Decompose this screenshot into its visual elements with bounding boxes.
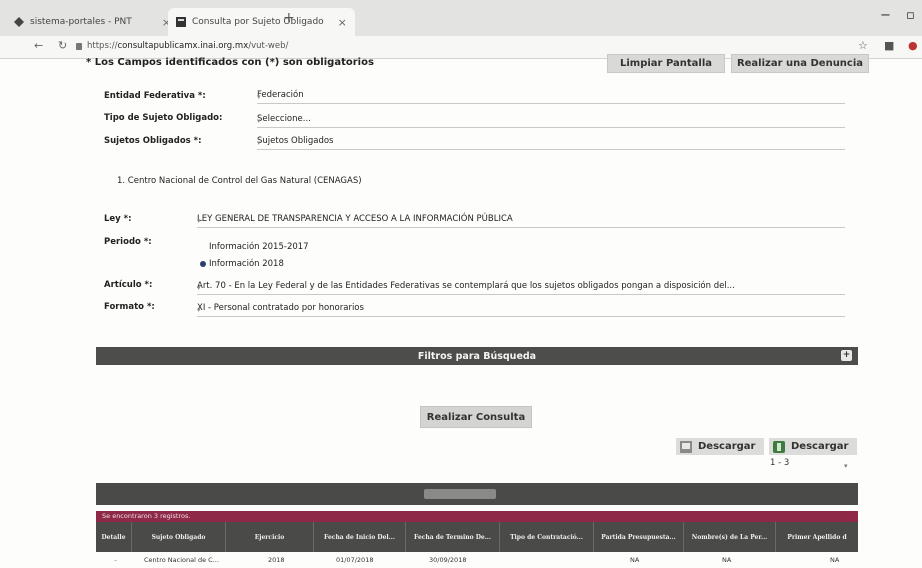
selected-subject: 1. Centro Nacional de Control del Gas Na… [117,176,362,186]
filters-title: Filtros para Búsqueda [417,350,537,362]
required-fields-note: * Los Campos identificados con (*) son o… [86,57,374,68]
formato-select[interactable]: XI - Personal contratado por honorarios … [197,301,845,317]
extension-icon[interactable]: ■ [884,39,894,52]
run-query-button[interactable]: Realizar Consulta [420,406,532,428]
close-tab-icon[interactable]: × [338,16,347,29]
chevron-down-icon: ▾ [197,306,201,314]
cell-surname: NA [830,556,840,564]
clear-screen-button[interactable]: Limpiar Pantalla [607,54,725,73]
tab-sistema-portales[interactable]: sistema-portales - PNT × [14,8,171,36]
grid-column-headers: Detalle Sujeto Obligado Ejercicio Fecha … [96,522,858,552]
reload-icon[interactable]: ↻ [58,39,67,52]
cell-subject: Centro Nacional de C... [144,556,219,564]
tab-label: sistema-portales - PNT [30,17,132,27]
page-range[interactable]: 1 - 3 [770,458,789,468]
download-file-icon [680,440,692,453]
search-filters-bar[interactable]: Filtros para Búsqueda + [96,347,858,365]
column-header[interactable]: Primer Apellido d [776,522,858,552]
excel-icon [773,440,785,453]
portal-favicon-icon [14,17,24,27]
browser-tab-bar: sistema-portales - PNT × Consulta por Su… [0,0,922,36]
url-host: consultapublicamx.inai.org.mx [117,41,249,51]
table-row[interactable]: – Centro Nacional de C... 2018 01/07/201… [96,553,858,568]
articulo-label: Artículo *: [104,280,153,290]
profile-icon[interactable]: ● [908,39,918,52]
column-header[interactable]: Sujeto Obligado [132,522,226,552]
cell-end-date: 30/09/2018 [429,556,467,564]
periodo-label: Periodo *: [104,237,152,247]
download-label: Descargar [698,441,756,452]
grid-header-bar [96,483,858,505]
grid-header-title [424,489,496,499]
periodo-option-label: Información 2015-2017 [209,242,309,252]
periodo-option-2015[interactable]: Información 2015-2017 [209,242,309,252]
ley-label: Ley *: [104,214,132,224]
row-detail-icon[interactable]: – [114,556,117,564]
column-header[interactable]: Detalle [96,522,132,552]
column-header[interactable]: Fecha de Inicio Del... [314,522,406,552]
url-prefix: https:// [87,41,118,51]
column-header[interactable]: Ejercicio [226,522,314,552]
periodo-option-label: Información 2018 [209,259,284,269]
chevron-down-icon: ▾ [257,93,261,101]
chevron-down-icon: ▾ [257,139,261,147]
lock-icon [76,42,82,50]
expand-plus-icon[interactable]: + [841,350,852,361]
records-found-text: Se encontraron 3 registros. [96,511,858,522]
tab-consulta[interactable]: Consulta por Sujeto Obligado × [168,8,355,36]
cell-start-date: 01/07/2018 [336,556,374,564]
entidad-label: Entidad Federativa *: [104,91,206,101]
chevron-down-icon: ▾ [257,117,261,125]
download-label: Descargar [791,441,849,452]
column-header[interactable]: Fecha de Termino De... [406,522,500,552]
articulo-select[interactable]: Art. 70 - En la Ley Federal y de las Ent… [197,279,845,295]
bookmark-star-icon[interactable]: ☆ [858,39,868,52]
cell-year: 2018 [268,556,285,564]
file-complaint-button[interactable]: Realizar una Denuncia [731,54,869,73]
radio-selected-icon [200,261,206,267]
cell-partida: NA [630,556,640,564]
back-icon[interactable]: ← [34,39,43,52]
column-header[interactable]: Tipo de Contratació... [500,522,594,552]
chevron-down-icon: ▾ [197,284,201,292]
entidad-select[interactable]: Federación ▾ [257,88,845,104]
new-tab-icon[interactable]: + [283,10,295,26]
minimize-icon[interactable]: − [880,8,891,23]
page-favicon-icon [176,17,186,27]
chevron-down-icon[interactable]: ▾ [844,462,848,470]
periodo-option-2018[interactable]: Información 2018 [200,259,284,269]
url-path: /vut-web/ [248,41,289,51]
restore-icon[interactable]: ▫ [906,8,915,23]
cell-name: NA [722,556,732,564]
tipo-select[interactable]: Seleccione... ▾ [257,112,845,128]
url-field[interactable]: https://consultapublicamx.inai.org.mx/vu… [76,41,288,51]
download-button[interactable]: Descargar [676,438,764,455]
column-header[interactable]: Nombre(s) de La Per... [684,522,776,552]
sujetos-label: Sujetos Obligados *: [104,136,202,146]
sujetos-select[interactable]: Sujetos Obligados ▾ [257,134,845,150]
chevron-down-icon: ▾ [197,217,201,225]
column-header[interactable]: Partida Presupuesta... [594,522,684,552]
formato-label: Formato *: [104,302,155,312]
tab-label: Consulta por Sujeto Obligado [192,17,324,27]
download-excel-button[interactable]: Descargar [769,438,857,455]
tipo-label: Tipo de Sujeto Obligado: [104,113,223,123]
ley-select[interactable]: LEY GENERAL DE TRANSPARENCIA Y ACCESO A … [197,212,845,228]
